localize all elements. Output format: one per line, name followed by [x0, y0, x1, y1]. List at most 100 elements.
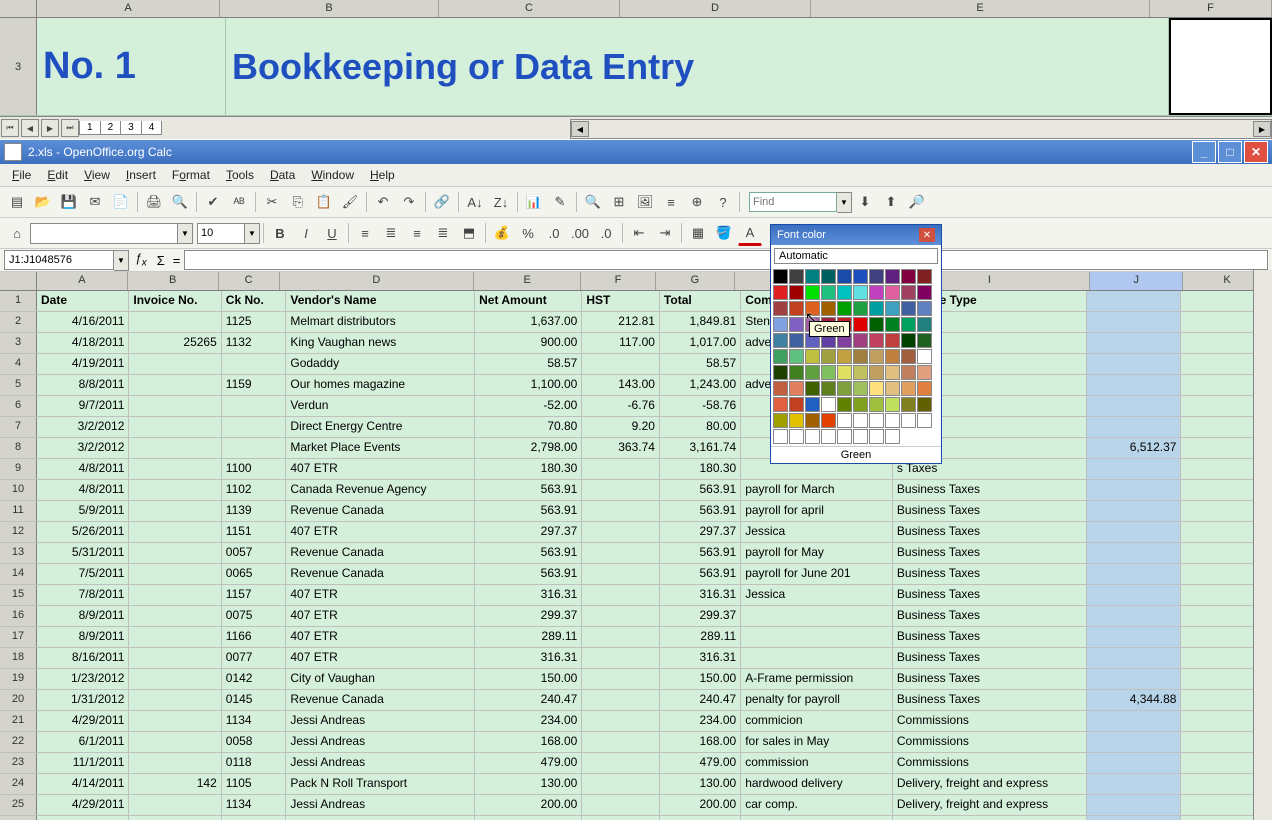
cell[interactable]: -52.00 — [475, 396, 582, 416]
cell[interactable]: Delivery, freight and express — [893, 774, 1087, 794]
cell[interactable] — [582, 501, 660, 521]
cell[interactable]: Delivery, freight and express — [893, 816, 1087, 820]
paste-icon[interactable]: 📋 — [312, 190, 336, 214]
cell[interactable] — [129, 753, 221, 773]
find-prev-icon[interactable]: ⬆ — [879, 190, 903, 214]
cell[interactable]: 0057 — [222, 543, 287, 563]
row-head[interactable]: 12 — [0, 522, 37, 542]
color-swatch[interactable] — [901, 397, 916, 412]
color-swatch[interactable] — [853, 413, 868, 428]
cell[interactable] — [1087, 543, 1181, 563]
color-swatch[interactable] — [773, 285, 788, 300]
cell[interactable] — [129, 480, 221, 500]
cell[interactable] — [582, 774, 660, 794]
cell[interactable] — [582, 795, 660, 815]
color-swatch[interactable] — [901, 285, 916, 300]
cell[interactable]: car comp. — [741, 795, 893, 815]
del-decimal-icon[interactable]: .0 — [594, 221, 618, 245]
cell[interactable] — [582, 585, 660, 605]
cell[interactable] — [129, 396, 221, 416]
cell[interactable] — [582, 564, 660, 584]
color-swatch[interactable] — [821, 349, 836, 364]
cell[interactable]: 130.00 — [660, 774, 741, 794]
row-head[interactable]: 22 — [0, 732, 37, 752]
header-cell[interactable]: Ck No. — [222, 291, 287, 311]
cell[interactable] — [582, 732, 660, 752]
cell[interactable]: 212.81 — [582, 312, 660, 332]
menu-format[interactable]: Format — [164, 166, 218, 184]
cell[interactable] — [1087, 354, 1181, 374]
cell[interactable]: Direct Energy Centre — [286, 417, 475, 437]
cell[interactable]: 1,100.00 — [475, 375, 582, 395]
cell[interactable]: 8/16/2011 — [37, 648, 129, 668]
color-swatch[interactable] — [837, 269, 852, 284]
color-swatch[interactable] — [917, 269, 932, 284]
cell[interactable]: Verdun — [286, 396, 475, 416]
cell[interactable] — [129, 606, 221, 626]
color-swatch[interactable] — [805, 429, 820, 444]
cell[interactable] — [582, 648, 660, 668]
cell[interactable]: Revenue Canada — [286, 501, 475, 521]
cell[interactable]: 299.37 — [475, 606, 582, 626]
cell[interactable]: 1/23/2012 — [37, 669, 129, 689]
cell[interactable] — [129, 312, 221, 332]
redo-icon[interactable]: ↷ — [397, 190, 421, 214]
cell[interactable] — [582, 459, 660, 479]
cell[interactable]: 200.00 — [660, 816, 741, 820]
color-swatch[interactable] — [789, 317, 804, 332]
color-swatch[interactable] — [773, 429, 788, 444]
tab-next-icon[interactable]: ▶ — [41, 119, 59, 137]
cell[interactable]: 563.91 — [660, 480, 741, 500]
color-swatch[interactable] — [837, 285, 852, 300]
col-head-g[interactable]: G — [656, 272, 735, 290]
color-swatch[interactable] — [789, 269, 804, 284]
cell[interactable]: payroll for March — [741, 480, 893, 500]
cell[interactable]: Our homes magazine — [286, 375, 475, 395]
undo-icon[interactable]: ↶ — [371, 190, 395, 214]
select-all-corner[interactable] — [0, 272, 37, 290]
cell[interactable]: 8/9/2011 — [37, 627, 129, 647]
cell[interactable]: 4/8/2011 — [37, 480, 129, 500]
scroll-left-icon[interactable]: ◀ — [571, 121, 589, 137]
cell[interactable] — [1087, 585, 1181, 605]
cell[interactable]: Business Taxes — [893, 564, 1087, 584]
cell[interactable]: 4,344.88 — [1087, 690, 1181, 710]
cell[interactable]: 289.11 — [660, 627, 741, 647]
cell[interactable]: 407 ETR — [286, 648, 475, 668]
menu-data[interactable]: Data — [262, 166, 303, 184]
minimize-button[interactable]: _ — [1192, 141, 1216, 163]
cell[interactable]: 316.31 — [475, 585, 582, 605]
cell[interactable] — [1087, 522, 1181, 542]
cell[interactable]: City of Vaughan — [286, 669, 475, 689]
cell[interactable]: 1/31/2012 — [37, 690, 129, 710]
cell[interactable]: for sales in May — [741, 732, 893, 752]
cell[interactable] — [129, 732, 221, 752]
cell[interactable]: 563.91 — [660, 543, 741, 563]
font-drop-icon[interactable]: ▼ — [178, 223, 193, 244]
color-swatch[interactable] — [805, 397, 820, 412]
cell[interactable]: Canada Revenue Agency — [286, 480, 475, 500]
color-swatch[interactable] — [885, 365, 900, 380]
header-cell[interactable]: Net Amount — [475, 291, 582, 311]
color-swatch[interactable] — [837, 349, 852, 364]
color-swatch[interactable] — [869, 349, 884, 364]
cell[interactable] — [129, 816, 221, 820]
cell[interactable]: 316.31 — [660, 585, 741, 605]
color-swatch[interactable] — [773, 349, 788, 364]
cell[interactable]: Business Taxes — [893, 606, 1087, 626]
color-swatch[interactable] — [885, 397, 900, 412]
cell[interactable]: 297.37 — [475, 522, 582, 542]
cell[interactable]: Jessi Andreas — [286, 795, 475, 815]
col-head-b[interactable]: B — [128, 272, 219, 290]
align-right-icon[interactable]: ≡ — [405, 221, 429, 245]
cell[interactable]: 5/31/2011 — [37, 543, 129, 563]
top-col-d[interactable]: D — [620, 0, 811, 17]
cell[interactable]: Jessi Andreas — [286, 816, 475, 820]
row-head[interactable]: 15 — [0, 585, 37, 605]
sort-asc-icon[interactable]: A↓ — [463, 190, 487, 214]
vscrollbar[interactable] — [1253, 270, 1272, 820]
spell-icon[interactable]: ✔ — [201, 190, 225, 214]
color-swatch[interactable] — [869, 397, 884, 412]
color-swatch[interactable] — [773, 365, 788, 380]
tab-first-icon[interactable]: ⏮ — [1, 119, 19, 137]
